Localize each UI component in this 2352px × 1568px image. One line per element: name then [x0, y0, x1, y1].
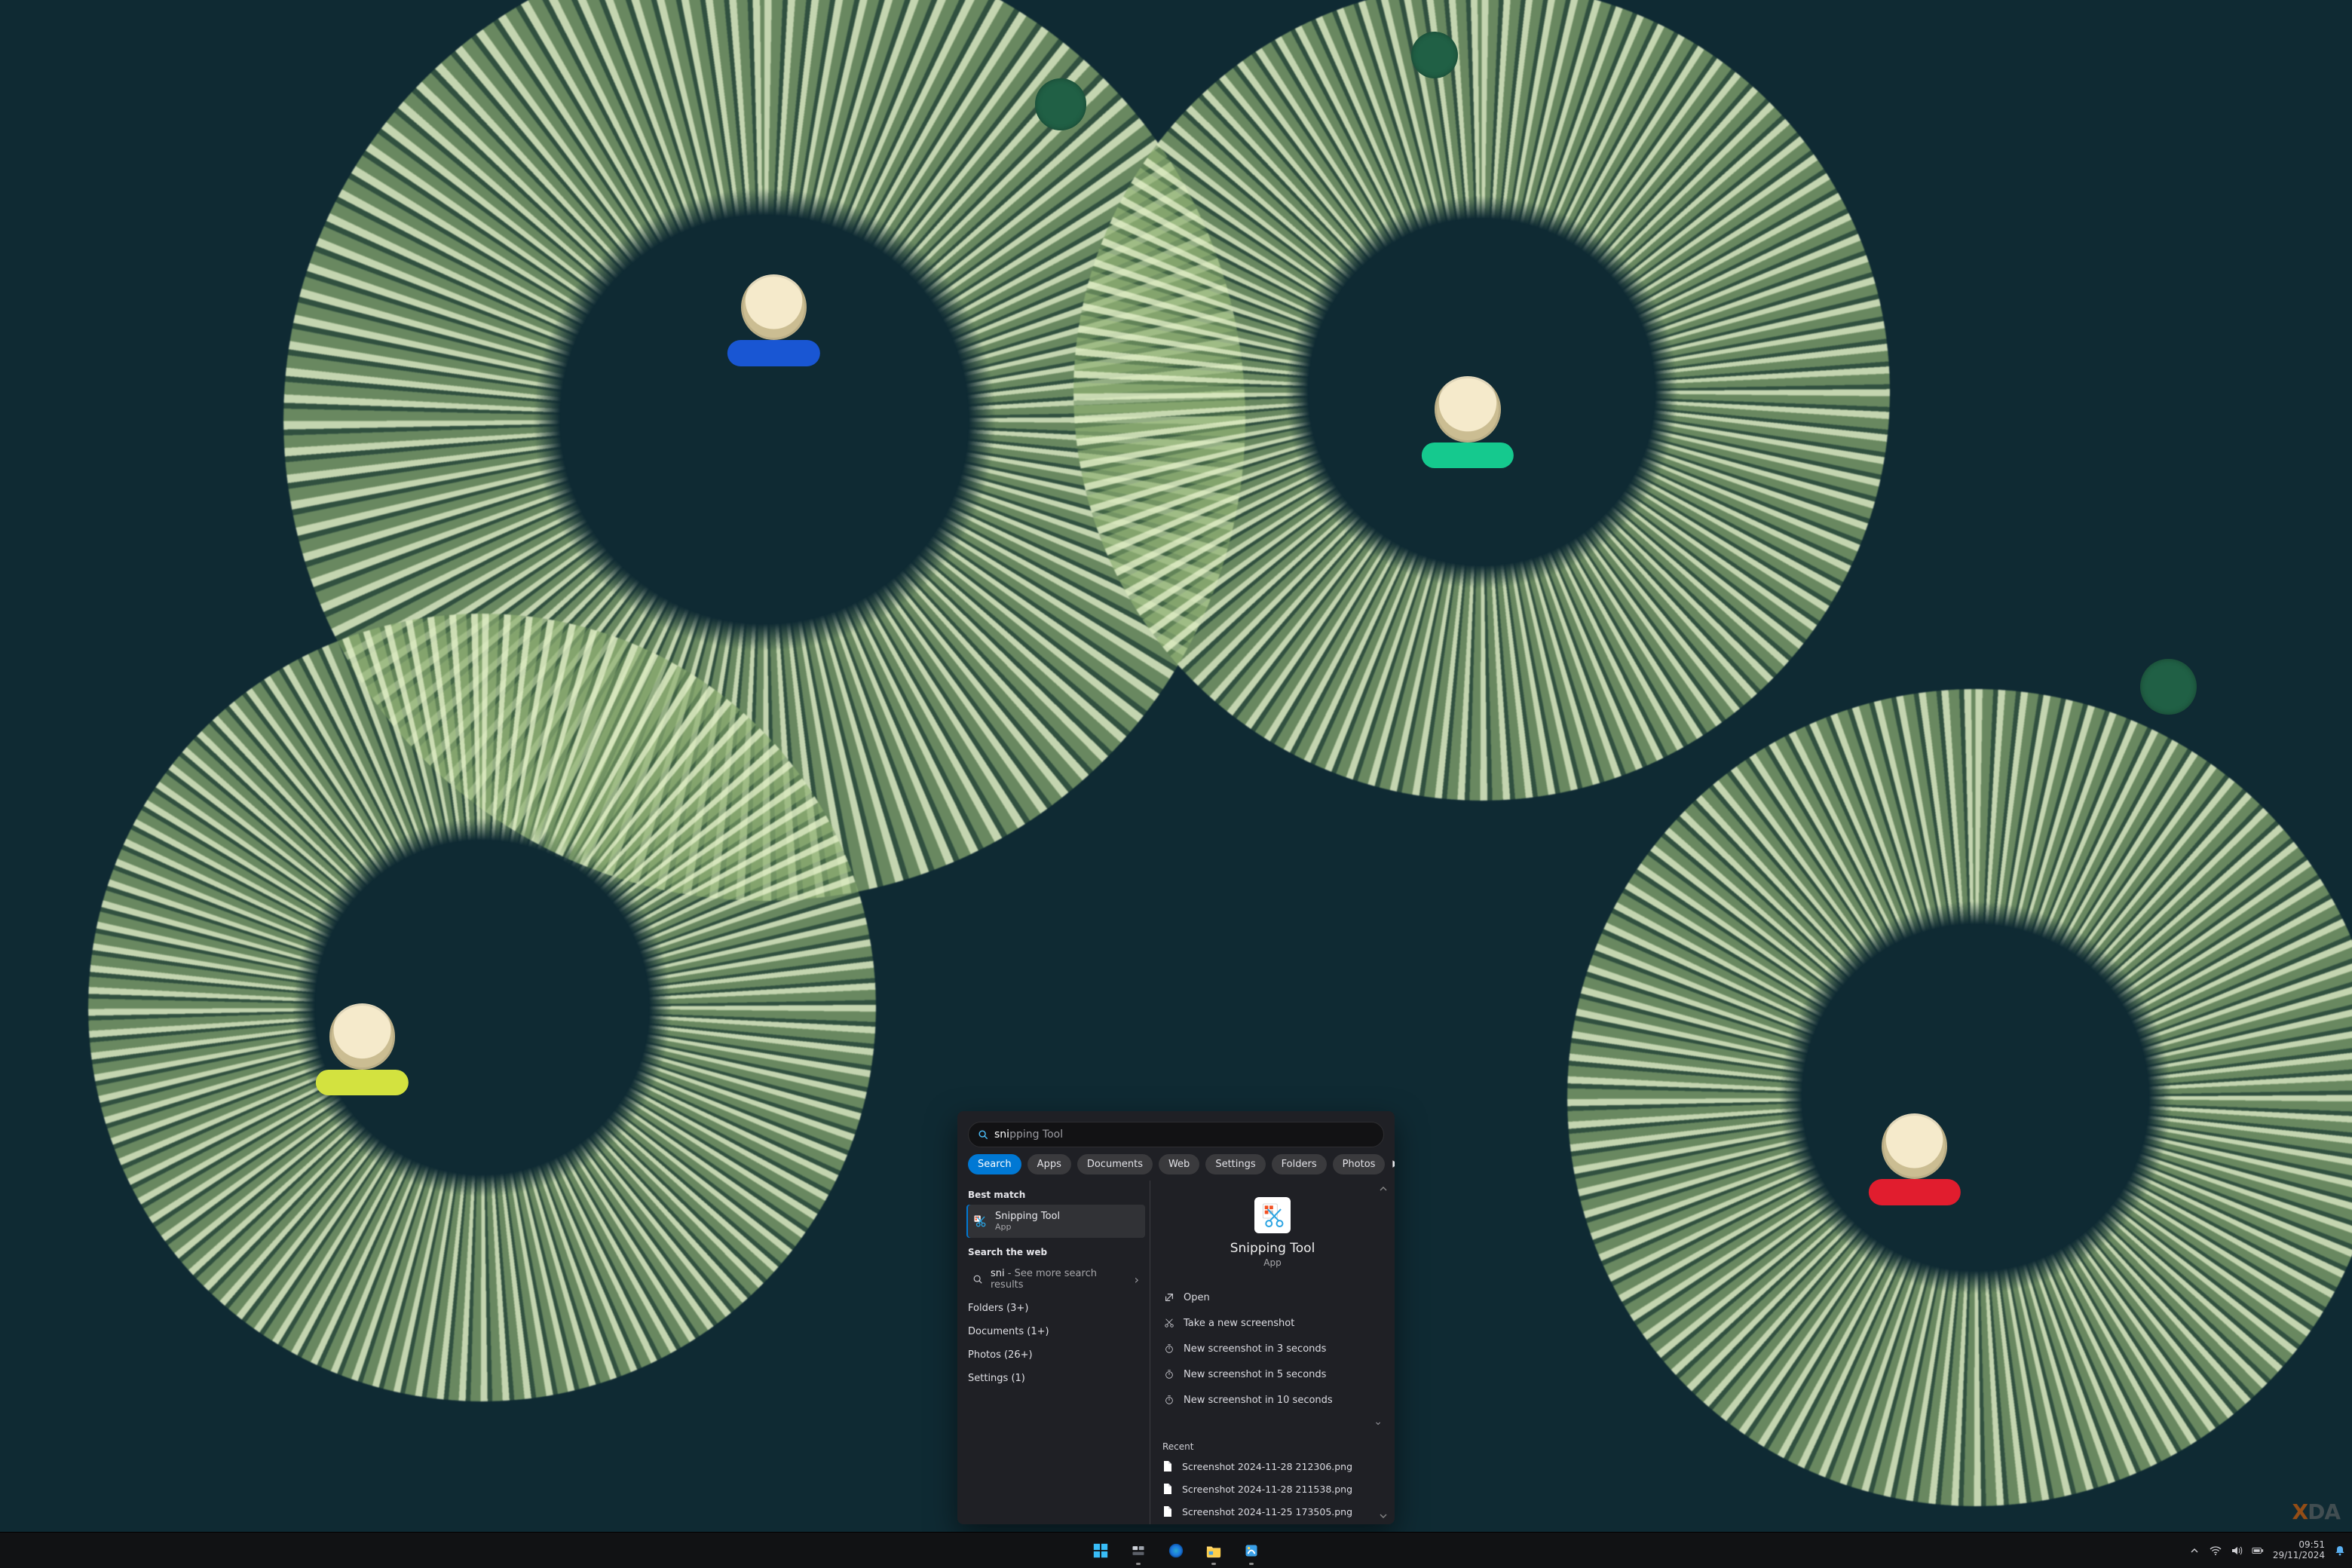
tray-battery-icon[interactable]: [2252, 1545, 2264, 1557]
watermark-xda: XDA: [2292, 1499, 2340, 1524]
filter-settings[interactable]: Settings: [1205, 1154, 1265, 1174]
tray-volume-icon[interactable]: [2231, 1545, 2243, 1557]
filter-documents[interactable]: Documents: [1077, 1154, 1153, 1174]
best-match-result[interactable]: Snipping Tool App: [966, 1205, 1145, 1238]
taskbar-app-explorer[interactable]: [1199, 1536, 1229, 1566]
filter-search[interactable]: Search: [968, 1154, 1021, 1174]
app-tile-icon: [1254, 1197, 1291, 1233]
action-label: New screenshot in 3 seconds: [1184, 1343, 1326, 1355]
action-label: New screenshot in 5 seconds: [1184, 1369, 1326, 1380]
open-icon: [1162, 1291, 1176, 1304]
taskbar-time: 09:51: [2273, 1540, 2325, 1551]
action-delay-10s[interactable]: New screenshot in 10 seconds: [1150, 1387, 1395, 1413]
action-delay-5s[interactable]: New screenshot in 5 seconds: [1150, 1361, 1395, 1387]
filter-apps[interactable]: Apps: [1027, 1154, 1071, 1174]
results-list: Best match Snipping Tool: [957, 1181, 1150, 1524]
search-box[interactable]: snipping Tool: [968, 1122, 1384, 1147]
taskbar-app-paint[interactable]: [1236, 1536, 1266, 1566]
start-search-panel: snipping Tool Search Apps Documents Web …: [957, 1111, 1395, 1524]
chevron-right-icon: ›: [1135, 1272, 1139, 1287]
recent-file-name: Screenshot 2024-11-28 212306.png: [1182, 1461, 1352, 1472]
recent-file[interactable]: Screenshot 2024-11-28 211538.png: [1150, 1478, 1395, 1500]
taskbar-app-edge[interactable]: [1161, 1536, 1191, 1566]
filter-folders[interactable]: Folders: [1272, 1154, 1327, 1174]
scissors-icon: [1162, 1316, 1176, 1330]
category-folders[interactable]: Folders (3+): [966, 1297, 1145, 1320]
filter-photos[interactable]: Photos: [1333, 1154, 1386, 1174]
recent-file-name: Screenshot 2024-11-28 211538.png: [1182, 1484, 1352, 1495]
search-filters: Search Apps Documents Web Settings Folde…: [957, 1153, 1395, 1181]
result-detail-pane: Snipping Tool App Open Take a new screen…: [1150, 1181, 1395, 1524]
taskbar-app-task-view[interactable]: [1123, 1536, 1153, 1566]
taskbar: 09:51 29/11/2024: [0, 1532, 2352, 1568]
best-match-header: Best match: [968, 1190, 1144, 1200]
action-delay-3s[interactable]: New screenshot in 3 seconds: [1150, 1336, 1395, 1361]
snipping-tool-icon: [972, 1214, 988, 1229]
scroll-up-button[interactable]: [1377, 1184, 1390, 1194]
search-web-header: Search the web: [968, 1247, 1144, 1257]
detail-title: Snipping Tool: [1162, 1241, 1383, 1256]
web-search-prefix: sni: [991, 1268, 1005, 1279]
tray-chevron-up-icon[interactable]: [2188, 1545, 2200, 1557]
start-button[interactable]: [1086, 1536, 1116, 1566]
chevron-down-icon: ⌄: [1374, 1416, 1383, 1428]
expand-toggle[interactable]: ⌄: [1150, 1413, 1395, 1431]
action-label: Open: [1184, 1292, 1210, 1303]
best-match-subtitle: App: [995, 1222, 1060, 1232]
web-search-result[interactable]: sni - See more search results ›: [966, 1262, 1145, 1297]
search-query: sni: [994, 1129, 1009, 1141]
recent-file[interactable]: Screenshot 2024-11-28 212306.png: [1150, 1455, 1395, 1478]
search-icon: [978, 1129, 988, 1140]
taskbar-clock[interactable]: 09:51 29/11/2024: [2273, 1540, 2325, 1561]
timer-icon: [1162, 1367, 1176, 1381]
taskbar-date: 29/11/2024: [2273, 1551, 2325, 1561]
scroll-down-button[interactable]: [1377, 1511, 1390, 1521]
category-documents[interactable]: Documents (1+): [966, 1320, 1145, 1343]
search-autocomplete: pping Tool: [1009, 1129, 1063, 1141]
filter-more-icon[interactable]: [1391, 1153, 1395, 1174]
file-icon: [1162, 1505, 1174, 1517]
best-match-title: Snipping Tool: [995, 1211, 1060, 1222]
recent-file-name: Screenshot 2024-11-25 173505.png: [1182, 1506, 1352, 1517]
tray-wifi-icon[interactable]: [2210, 1545, 2222, 1557]
recent-file[interactable]: Screenshot 2024-11-25 170301.png: [1150, 1523, 1395, 1524]
tray-notifications-icon[interactable]: [2334, 1545, 2346, 1557]
timer-icon: [1162, 1393, 1176, 1407]
action-take-screenshot[interactable]: Take a new screenshot: [1150, 1310, 1395, 1336]
action-open[interactable]: Open: [1150, 1285, 1395, 1310]
detail-subtitle: App: [1162, 1257, 1383, 1268]
category-photos[interactable]: Photos (26+): [966, 1343, 1145, 1367]
action-label: Take a new screenshot: [1184, 1318, 1294, 1329]
recent-header: Recent: [1150, 1434, 1395, 1455]
file-icon: [1162, 1460, 1174, 1472]
web-search-suffix: - See more search results: [991, 1268, 1097, 1291]
category-settings[interactable]: Settings (1): [966, 1367, 1145, 1390]
action-label: New screenshot in 10 seconds: [1184, 1395, 1333, 1406]
filter-web[interactable]: Web: [1159, 1154, 1199, 1174]
search-icon: [972, 1274, 983, 1285]
recent-file[interactable]: Screenshot 2024-11-25 173505.png: [1150, 1500, 1395, 1523]
file-icon: [1162, 1483, 1174, 1495]
timer-icon: [1162, 1342, 1176, 1355]
